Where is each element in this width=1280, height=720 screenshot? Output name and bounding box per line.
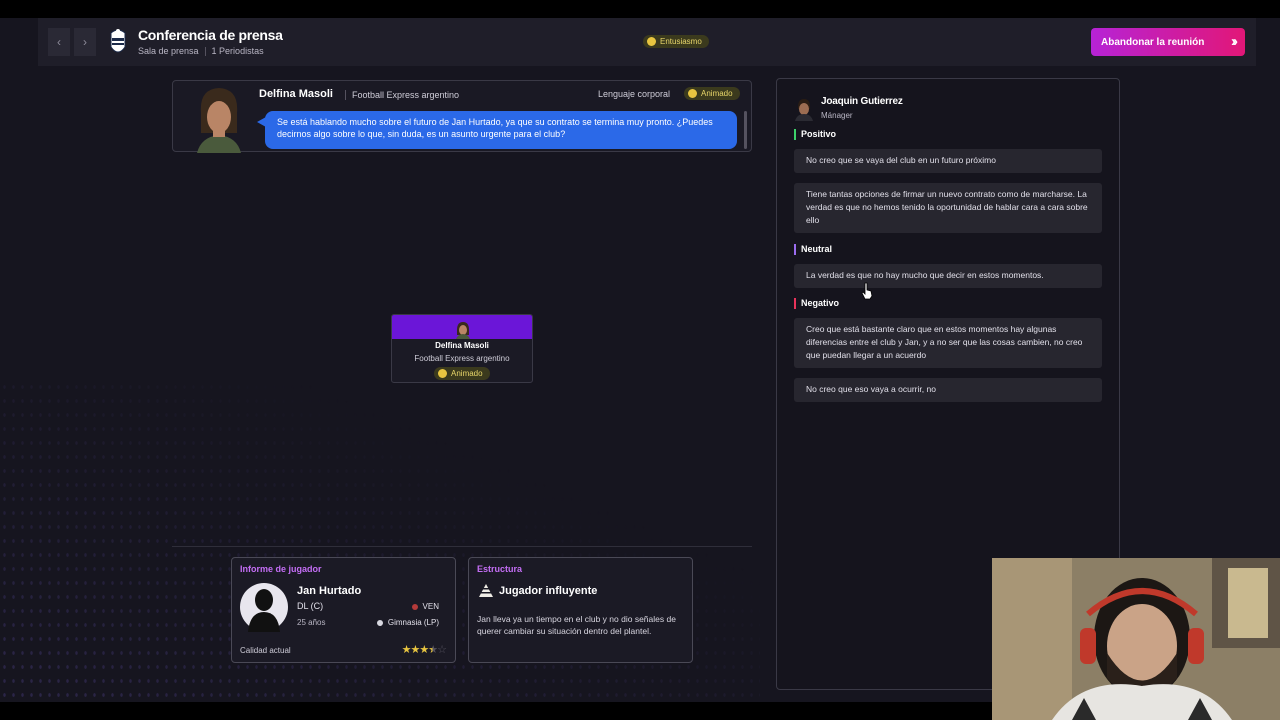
player-club-name: Gimnasia (LP) bbox=[387, 618, 439, 627]
flag-icon bbox=[411, 603, 418, 610]
answer-option[interactable]: No creo que se vaya del club en un futur… bbox=[794, 149, 1102, 173]
body-language-value: Animado bbox=[701, 89, 733, 98]
half-star-icon: ★ bbox=[428, 644, 438, 656]
current-quality-label: Calidad actual bbox=[240, 646, 291, 655]
player-report-card[interactable]: Informe de jugador Jan Hurtado DL (C) 25… bbox=[231, 557, 456, 663]
smiley-icon bbox=[688, 89, 697, 98]
club-badge-icon bbox=[376, 619, 383, 626]
journalist-card-mood: Animado bbox=[434, 367, 490, 380]
top-letterbox bbox=[0, 0, 1280, 18]
divider bbox=[172, 546, 752, 547]
journalist-outlet: Football Express argentino bbox=[345, 90, 459, 100]
room-mood-badge: Entusiasmo bbox=[643, 35, 709, 48]
player-age: 25 años bbox=[297, 618, 326, 627]
question-scrollbar[interactable] bbox=[744, 111, 747, 149]
location-label: Sala de prensa bbox=[138, 46, 199, 56]
manager-name: Joaquin Gutierrez bbox=[821, 96, 903, 107]
answer-option[interactable]: La verdad es que no hay mucho que decir … bbox=[794, 264, 1102, 288]
empty-star-icon: ☆ bbox=[437, 644, 447, 656]
player-name: Jan Hurtado bbox=[297, 585, 362, 597]
question-bubble: Se está hablando mucho sobre el futuro d… bbox=[265, 111, 737, 149]
answer-option[interactable]: Creo que está bastante claro que en esto… bbox=[794, 318, 1102, 368]
positive-section-label: Positivo bbox=[794, 129, 836, 140]
player-report-title: Informe de jugador bbox=[240, 564, 322, 574]
structure-card[interactable]: Estructura Jugador influyente Jan lleva … bbox=[468, 557, 693, 663]
leave-meeting-label: Abandonar la reunión bbox=[1101, 36, 1205, 48]
journalist-name: Delfina Masoli bbox=[259, 88, 333, 100]
pyramid-icon bbox=[479, 584, 493, 597]
chevron-right-icon: › bbox=[83, 35, 87, 49]
manager-role: Mánager bbox=[821, 111, 853, 120]
neutral-section-label: Neutral bbox=[794, 244, 832, 255]
answer-option[interactable]: No creo que eso vaya a ocurrir, no bbox=[794, 378, 1102, 402]
back-button[interactable]: ‹ bbox=[48, 28, 70, 56]
club-crest-icon bbox=[110, 29, 126, 53]
player-position: DL (C) bbox=[297, 601, 324, 611]
player-silhouette-icon bbox=[240, 583, 288, 632]
structure-title: Estructura bbox=[477, 564, 523, 574]
player-nationality-code: VEN bbox=[422, 602, 439, 611]
smiley-icon bbox=[438, 369, 447, 378]
player-club: Gimnasia (LP) bbox=[376, 618, 439, 627]
journalist-card[interactable]: Delfina Masoli Football Express argentin… bbox=[391, 314, 533, 383]
answer-option[interactable]: Tiene tantas opciones de firmar un nuevo… bbox=[794, 183, 1102, 233]
structure-description: Jan lleva ya un tiempo en el club y no d… bbox=[477, 614, 676, 636]
question-card: Delfina Masoli Football Express argentin… bbox=[172, 80, 752, 153]
forward-button[interactable]: › bbox=[74, 28, 96, 56]
page-title: Conferencia de prensa bbox=[138, 27, 283, 43]
double-chevron-right-icon: ›› bbox=[1231, 33, 1238, 50]
journalist-portrait bbox=[197, 88, 241, 153]
webcam-image bbox=[992, 558, 1280, 720]
room-mood-label: Entusiasmo bbox=[660, 37, 702, 46]
journalist-card-header bbox=[392, 315, 532, 339]
manager-portrait bbox=[795, 99, 813, 121]
structure-heading: Jugador influyente bbox=[479, 584, 597, 597]
body-language-label: Lenguaje corporal bbox=[598, 89, 671, 99]
negative-section-label: Negativo bbox=[794, 298, 839, 309]
structure-heading-label: Jugador influyente bbox=[499, 584, 598, 597]
page-subtitle: Sala de prensa 1 Periodistas bbox=[138, 46, 264, 57]
journalist-card-name: Delfina Masoli bbox=[435, 341, 489, 350]
player-nationality: VEN bbox=[411, 602, 439, 611]
quality-stars: ★★★★☆ bbox=[401, 643, 447, 656]
body-language-badge: Animado bbox=[684, 87, 740, 100]
leave-meeting-button[interactable]: Abandonar la reunión ›› bbox=[1091, 28, 1245, 56]
smiley-icon bbox=[647, 37, 656, 46]
journalist-card-outlet: Football Express argentino bbox=[414, 354, 510, 363]
hand-cursor-icon bbox=[861, 282, 873, 300]
webcam-overlay bbox=[992, 558, 1280, 720]
journalist-mini-portrait bbox=[456, 322, 470, 339]
journalist-count: 1 Periodistas bbox=[211, 46, 264, 56]
journalist-card-mood-label: Animado bbox=[451, 369, 483, 378]
full-stars: ★★★ bbox=[401, 644, 430, 656]
chevron-left-icon: ‹ bbox=[57, 35, 61, 49]
